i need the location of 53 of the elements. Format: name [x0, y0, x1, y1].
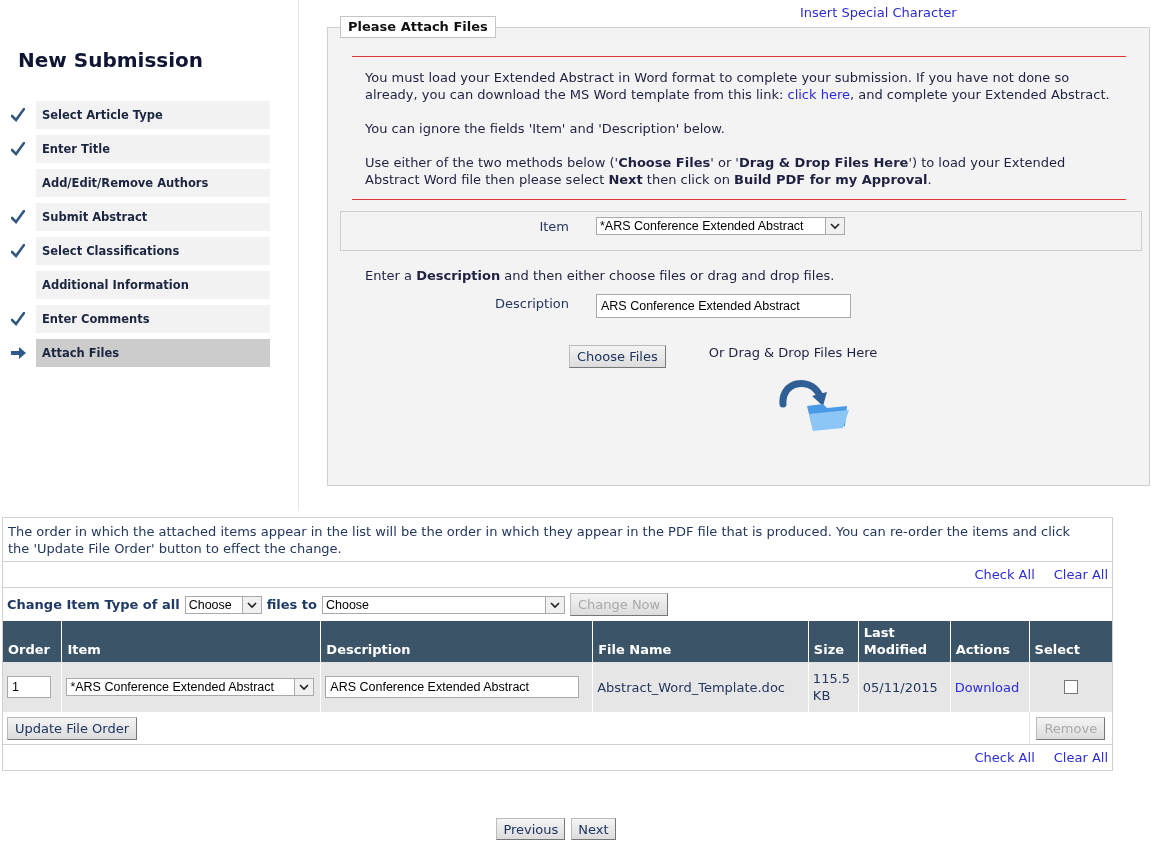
- item-type-dropdown[interactable]: Choose: [184, 595, 262, 614]
- description-hint: Enter a Description and then either choose files or drag and drop files.: [365, 267, 836, 284]
- column-header: Last Modified: [858, 621, 951, 662]
- description-field[interactable]: ARS Conference Extended Abstract: [325, 676, 580, 698]
- caret-icon: [298, 682, 311, 693]
- column-header: Description: [320, 621, 593, 662]
- item-label: Item: [538, 218, 569, 236]
- step-item[interactable]: Additional Information: [36, 271, 270, 299]
- column-header: Size: [808, 621, 859, 662]
- step-item[interactable]: Attach Files: [36, 339, 270, 367]
- column-header: Actions: [950, 621, 1030, 662]
- caret-icon: [245, 599, 258, 610]
- instruction-text: You can ignore the fields 'Item' and 'Description' below.: [365, 120, 726, 137]
- select-link[interactable]: Clear All: [1053, 749, 1108, 766]
- target-type-dropdown[interactable]: Choose: [322, 595, 565, 614]
- file-size: 115.5 KB: [812, 671, 851, 703]
- select-link[interactable]: Clear All: [1053, 566, 1108, 583]
- step-item[interactable]: Select Article Type: [36, 101, 270, 129]
- step-item[interactable]: Select Classifications: [36, 237, 270, 265]
- column-header: File Name: [592, 621, 809, 662]
- description-label: Description: [493, 295, 569, 313]
- nav-button[interactable]: Next: [571, 818, 616, 840]
- instruction-text: You must load your Extended Abstract in Word format to complete your submission. If you have not done so already, you can download the MS Word template from this link: click here, and complete your Extended Abstract.: [365, 69, 1111, 103]
- template-link[interactable]: click here: [787, 87, 850, 102]
- column-header: Item: [61, 621, 321, 662]
- select-link[interactable]: Check All: [974, 566, 1035, 583]
- instruction-text: Use either of the two methods below ('Choose Files' or 'Drag & Drop Files Here') to load your Extended Abstract Word file then please select Next then click on Build PDF for my Approval.: [365, 154, 1067, 188]
- order-note: The order in which the attached items appear in the list will be the order in which they appear in the PDF file that is produced. You can re-order the items and click the 'Update File Order' button to effect the change.: [3, 518, 1112, 562]
- caret-icon: [549, 599, 561, 610]
- select-checkbox[interactable]: [1063, 680, 1078, 694]
- page-title: New Submission: [18, 47, 205, 73]
- item-dropdown[interactable]: *ARS Conference Extended Abstract: [596, 217, 845, 235]
- step-item[interactable]: Enter Comments: [36, 305, 270, 333]
- change-type-label: files to: [266, 597, 317, 612]
- select-link[interactable]: Check All: [974, 749, 1035, 766]
- column-header: Order: [3, 621, 62, 662]
- column-header: Select: [1029, 621, 1112, 662]
- item-dropdown[interactable]: *ARS Conference Extended Abstract: [66, 678, 315, 697]
- choose-files-button[interactable]: Choose Files: [569, 345, 666, 368]
- file-name: Abstract_Word_Template.doc: [597, 679, 785, 695]
- caret-icon: [829, 221, 841, 231]
- change-type-label: Change Item Type of all: [7, 597, 180, 612]
- special-character-link[interactable]: Insert Special Character: [800, 5, 957, 20]
- nav-button[interactable]: Previous: [496, 818, 566, 840]
- panel-title: Please Attach Files: [340, 16, 496, 38]
- order-field[interactable]: 1: [7, 676, 51, 698]
- step-item[interactable]: Add/Edit/Remove Authors: [36, 169, 270, 197]
- drop-zone-label: Or Drag & Drop Files Here: [708, 345, 878, 361]
- modified-date: 05/11/2015: [862, 679, 938, 695]
- update-order-button[interactable]: Update File Order: [7, 716, 138, 740]
- description-field[interactable]: ARS Conference Extended Abstract: [596, 294, 851, 318]
- step-item[interactable]: Enter Title: [36, 135, 270, 163]
- step-item[interactable]: Submit Abstract: [36, 203, 270, 231]
